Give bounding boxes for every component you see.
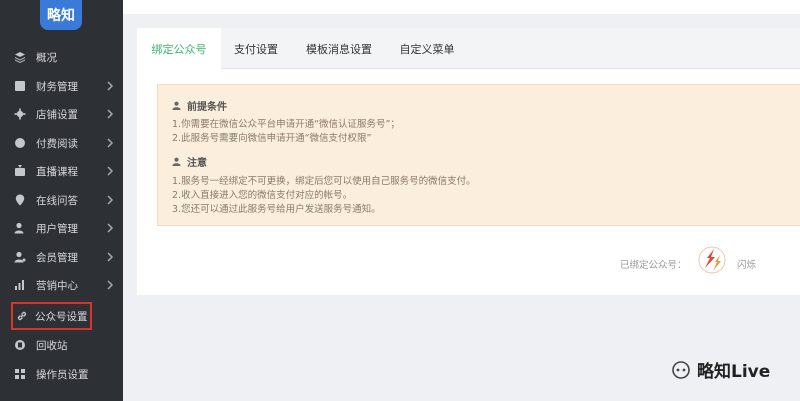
link-icon [15, 309, 29, 323]
chevron-right-icon [105, 138, 115, 148]
chart-icon [13, 278, 27, 292]
sidebar-item-overview[interactable]: 概况 [0, 43, 123, 71]
live-icon [13, 164, 27, 178]
tab-payment-settings[interactable]: 支付设置 [221, 28, 291, 69]
chevron-right-icon [105, 81, 115, 91]
sidebar: 略知 概况 财务管理 店铺设置 付费阅读 直播课程 在线问答 用户管理 会员管理 [0, 0, 123, 401]
sidebar-item-label: 直播课程 [36, 165, 78, 178]
prereq-line: 1.你需要在微信公众平台申请开通“微信认证服务号”； [172, 119, 400, 130]
location-icon [13, 193, 27, 207]
sidebar-item-label: 财务管理 [36, 80, 78, 93]
watermark: 略知Live [671, 357, 770, 382]
sidebar-item-member-management[interactable]: 会员管理 [0, 243, 123, 271]
tab-bind-account[interactable]: 绑定公众号 [137, 28, 221, 70]
sidebar-item-label: 概况 [36, 51, 57, 64]
sidebar-item-operator-settings[interactable]: 操作员设置 [0, 360, 123, 388]
sidebar-item-paid-reading[interactable]: 付费阅读 [0, 129, 123, 157]
tab-custom-menu[interactable]: 自定义菜单 [387, 28, 467, 69]
gear-icon [13, 107, 27, 121]
sidebar-item-label: 公众号设置 [35, 310, 88, 323]
sidebar-item-label: 用户管理 [36, 222, 78, 235]
finance-icon [13, 79, 27, 93]
chevron-right-icon [105, 166, 115, 176]
prereq-title: 前提条件 [187, 102, 227, 113]
chevron-right-icon [105, 195, 115, 205]
note-line: 2.收入直接进入您的微信支付对应的帐号。 [172, 190, 353, 201]
user-icon [172, 157, 181, 166]
sidebar-item-label: 操作员设置 [36, 368, 89, 381]
bound-account-label: 已绑定公众号： [620, 260, 687, 271]
layers-icon [13, 50, 27, 64]
sidebar-item-marketing[interactable]: 营销中心 [0, 271, 123, 299]
sidebar-item-label: 在线问答 [36, 194, 78, 207]
note-line: 1.服务号一经绑定不可更换，绑定后您可以使用自己服务号的微信支付。 [172, 176, 476, 187]
reading-icon [13, 136, 27, 150]
sidebar-item-user-management[interactable]: 用户管理 [0, 214, 123, 242]
operator-icon [13, 367, 27, 381]
recycle-icon [13, 338, 27, 352]
prereq-line: 2.此服务号需要向微信申请开通“微信支付权限” [172, 133, 372, 144]
sidebar-item-online-qa[interactable]: 在线问答 [0, 186, 123, 214]
chevron-right-icon [105, 280, 115, 290]
sidebar-item-live-courses[interactable]: 直播课程 [0, 157, 123, 185]
sidebar-item-finance[interactable]: 财务管理 [0, 72, 123, 100]
bound-account-name: 闪烁 [737, 260, 757, 271]
watermark-text: 略知Live [697, 362, 771, 382]
sidebar-item-label: 回收站 [36, 339, 68, 352]
sidebar-item-recycle-bin[interactable]: 回收站 [0, 331, 123, 359]
user-icon [172, 101, 181, 110]
prereq-heading: 前提条件 [172, 98, 227, 113]
member-icon [13, 250, 27, 264]
note-line: 3.您还可以通过此服务号给用户发送服务号通知。 [172, 204, 381, 215]
tab-template-messages[interactable]: 模板消息设置 [291, 28, 387, 69]
sidebar-item-label: 店铺设置 [36, 108, 78, 121]
sidebar-item-label: 营销中心 [36, 279, 78, 292]
sidebar-item-label: 付费阅读 [36, 137, 78, 150]
top-bar [123, 0, 800, 14]
chevron-right-icon [105, 252, 115, 262]
sidebar-item-official-account[interactable]: 公众号设置 [11, 302, 92, 330]
chevron-right-icon [105, 223, 115, 233]
chevron-right-icon [105, 109, 115, 119]
user-icon [13, 221, 27, 235]
wechat-channel-icon [671, 360, 691, 380]
app-logo[interactable]: 略知 [40, 0, 82, 30]
sidebar-item-shop-settings[interactable]: 店铺设置 [0, 100, 123, 128]
notice-panel: 前提条件 1.你需要在微信公众平台申请开通“微信认证服务号”； 2.此服务号需要… [157, 84, 800, 226]
tab-bar: 绑定公众号 支付设置 模板消息设置 自定义菜单 [137, 28, 800, 70]
note-heading: 注意 [172, 154, 207, 169]
sidebar-item-label: 会员管理 [36, 251, 78, 264]
bound-account-logo [696, 244, 728, 276]
note-title: 注意 [187, 158, 207, 169]
